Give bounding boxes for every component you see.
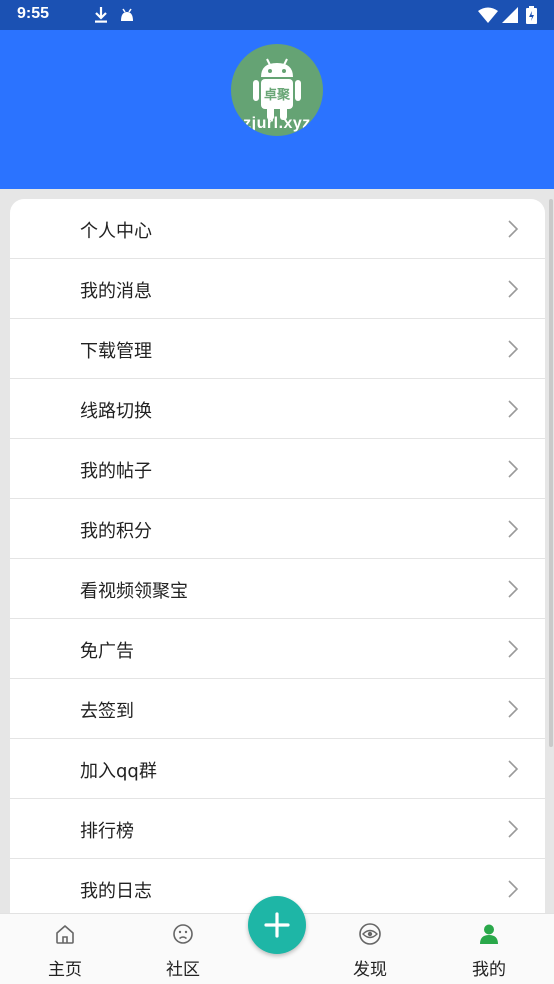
menu-list: 个人中心 我的消息 下载管理 线路切换 我的帖子 我的积分 看视频领聚宝 免广告… [10, 199, 545, 913]
status-time: 9:55 [17, 5, 50, 22]
menu-item-switch-route[interactable]: 线路切换 [10, 379, 545, 439]
signal-icon [502, 7, 518, 23]
menu-item-join-qq-group[interactable]: 加入qq群 [10, 739, 545, 799]
chevron-right-icon [508, 220, 519, 238]
chevron-right-icon [508, 700, 519, 718]
nav-label: 主页 [48, 960, 82, 980]
nav-item-discover[interactable]: 发现 [330, 914, 410, 984]
android-notification-icon [121, 8, 133, 21]
avatar-brand-text: 卓聚 [263, 88, 290, 103]
menu-item-label: 去签到 [80, 701, 134, 722]
menu-item-leaderboard[interactable]: 排行榜 [10, 799, 545, 859]
menu-item-label: 我的积分 [80, 521, 152, 542]
menu-item-my-messages[interactable]: 我的消息 [10, 259, 545, 319]
eye-icon [359, 923, 381, 945]
battery-icon [526, 6, 537, 24]
menu-item-label: 看视频领聚宝 [80, 581, 188, 602]
chevron-right-icon [508, 460, 519, 478]
menu-item-check-in[interactable]: 去签到 [10, 679, 545, 739]
home-icon [56, 925, 74, 944]
profile-header: 卓聚 zjurl.xyz [0, 30, 554, 189]
menu-item-label: 线路切换 [80, 401, 152, 422]
chevron-right-icon [508, 880, 519, 898]
menu-item-label: 我的日志 [80, 881, 152, 902]
download-icon [95, 7, 107, 23]
person-icon [480, 924, 498, 944]
nav-label: 我的 [472, 960, 506, 980]
nav-item-home[interactable]: 主页 [25, 914, 105, 984]
menu-item-label: 下载管理 [80, 341, 152, 362]
nav-label: 发现 [353, 960, 387, 980]
add-post-button[interactable] [248, 896, 306, 954]
menu-item-watch-video-reward[interactable]: 看视频领聚宝 [10, 559, 545, 619]
nav-item-community[interactable]: 社区 [143, 914, 223, 984]
menu-item-download-manager[interactable]: 下载管理 [10, 319, 545, 379]
chevron-right-icon [508, 820, 519, 838]
menu-item-label: 我的消息 [80, 281, 152, 302]
chevron-right-icon [508, 580, 519, 598]
menu-item-label: 加入qq群 [80, 761, 157, 782]
scrollbar[interactable] [549, 199, 553, 747]
avatar[interactable]: 卓聚 zjurl.xyz [231, 44, 323, 136]
nav-item-mine[interactable]: 我的 [449, 914, 529, 984]
menu-item-label: 免广告 [80, 641, 134, 662]
menu-item-personal-center[interactable]: 个人中心 [10, 199, 545, 259]
menu-item-my-posts[interactable]: 我的帖子 [10, 439, 545, 499]
chevron-right-icon [508, 340, 519, 358]
status-bar: 9:55 [0, 0, 554, 30]
nav-label: 社区 [166, 960, 200, 980]
chevron-right-icon [508, 280, 519, 298]
chevron-right-icon [508, 640, 519, 658]
menu-item-my-points[interactable]: 我的积分 [10, 499, 545, 559]
menu-item-remove-ads[interactable]: 免广告 [10, 619, 545, 679]
avatar-url-text: zjurl.xyz [243, 115, 311, 132]
chevron-right-icon [508, 760, 519, 778]
menu-item-label: 排行榜 [80, 821, 134, 842]
face-icon [173, 924, 193, 944]
chevron-right-icon [508, 520, 519, 538]
plus-icon [264, 912, 290, 938]
chevron-right-icon [508, 400, 519, 418]
menu-item-label: 个人中心 [80, 221, 152, 242]
menu-item-label: 我的帖子 [80, 461, 152, 482]
wifi-icon [478, 7, 498, 23]
